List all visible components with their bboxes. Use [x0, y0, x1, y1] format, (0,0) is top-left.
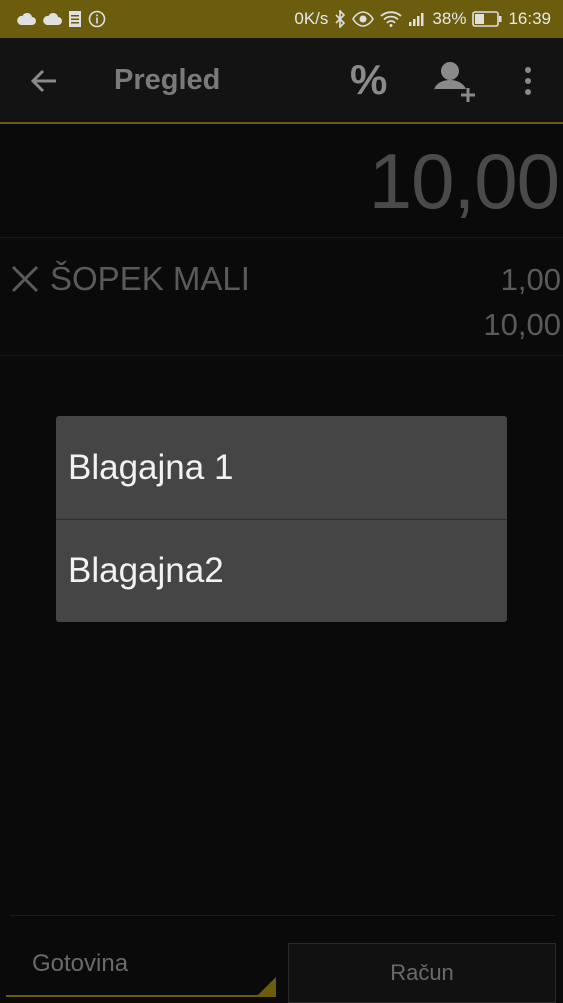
close-icon [11, 265, 39, 293]
divider [0, 355, 563, 356]
add-customer-button[interactable] [432, 58, 480, 106]
payment-method-value: Gotovina [32, 950, 129, 977]
bluetooth-icon [335, 10, 346, 28]
signal-icon [409, 13, 424, 26]
overflow-menu-button[interactable] [520, 66, 536, 96]
more-vertical-icon [525, 67, 531, 95]
wifi-icon [380, 11, 403, 27]
status-indicators: 0K/s 38% 16:39 [294, 9, 551, 29]
arrow-left-icon [30, 69, 56, 93]
page-title: Pregled [114, 64, 221, 96]
discount-button[interactable]: % [350, 56, 387, 104]
person-add-icon [434, 62, 475, 102]
back-button[interactable] [28, 65, 60, 97]
item-price: 10,00 [483, 307, 561, 342]
cloud-icon [17, 12, 36, 25]
dropdown-triangle-icon [258, 977, 276, 995]
status-notifications [16, 10, 106, 28]
document-icon [69, 11, 81, 27]
status-bar: 0K/s 38% 16:39 [0, 0, 563, 38]
battery-percent: 38% [432, 9, 467, 28]
battery-icon [472, 11, 502, 27]
register-select-dialog: Blagajna 1 Blagajna2 [56, 416, 507, 622]
clock: 16:39 [508, 9, 551, 28]
remove-item-button[interactable] [10, 264, 40, 294]
dialog-option-register-2[interactable]: Blagajna2 [56, 519, 507, 622]
item-quantity: 1,00 [500, 262, 561, 297]
info-icon [88, 10, 106, 28]
invoice-button[interactable]: Račun [288, 943, 556, 1003]
divider [10, 915, 555, 916]
app-bar: Pregled % [0, 38, 563, 124]
receipt-total: 10,00 [368, 137, 560, 225]
cloud-icon [43, 12, 62, 25]
item-name[interactable]: ŠOPEK MALI [50, 260, 250, 298]
network-speed: 0K/s [294, 9, 329, 28]
eye-icon [352, 11, 375, 27]
divider [0, 237, 563, 238]
dialog-option-register-1[interactable]: Blagajna 1 [56, 416, 507, 519]
payment-method-select[interactable]: Gotovina [6, 940, 276, 997]
